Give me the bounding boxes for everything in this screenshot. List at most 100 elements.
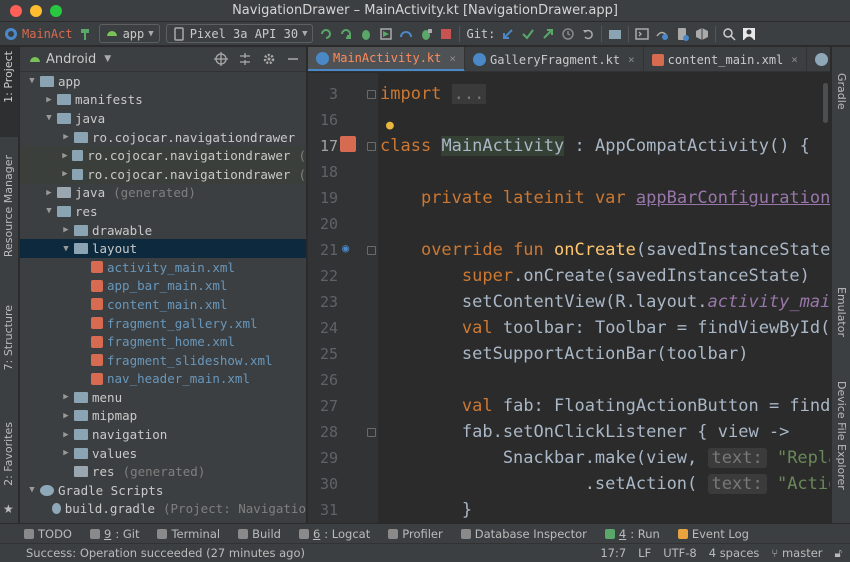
run-config-select[interactable]: app ▼ — [98, 24, 160, 43]
tree-item[interactable]: ▶ java (generated) — [20, 184, 306, 203]
tree-item[interactable]: ▶ manifests — [20, 91, 306, 110]
tree-item[interactable]: build.gradle (Project: Navigatio — [20, 500, 306, 519]
apply-changes-icon[interactable] — [319, 27, 333, 41]
tree-item[interactable]: ▶ ro.cojocar.navigationdrawer ( — [20, 146, 306, 165]
status-message[interactable]: Success: Operation succeeded (27 minutes… — [26, 546, 305, 560]
editor-tab[interactable]: content_main.xml × — [644, 47, 807, 71]
chevron-down-icon[interactable]: ▼ — [26, 485, 38, 495]
project-structure-icon[interactable] — [608, 27, 622, 41]
bottom-tool-button[interactable]: 6: Logcat — [298, 527, 370, 541]
git-commit-icon[interactable] — [521, 27, 535, 41]
tree-item[interactable]: res (generated) — [20, 462, 306, 481]
sdk-manager-icon[interactable] — [695, 27, 709, 41]
rollback-icon[interactable] — [581, 27, 595, 41]
code-line[interactable]: 18 — [308, 159, 830, 185]
code-line[interactable]: 28 fab.setOnClickListener { view -> — [308, 419, 830, 445]
collapse-all-icon[interactable] — [238, 52, 252, 66]
code-line[interactable]: 19 private lateinit var appBarConfigurat… — [308, 185, 830, 211]
favorites-tab[interactable]: 2: Favorites — [2, 422, 15, 486]
bottom-tool-button[interactable]: Profiler — [388, 527, 443, 541]
project-view-mode[interactable]: Android — [46, 52, 96, 67]
chevron-right-icon[interactable]: ▶ — [60, 430, 72, 440]
tree-item[interactable]: ▶ menu — [20, 388, 306, 407]
bottom-tool-button[interactable]: Database Inspector — [460, 527, 587, 541]
code-line[interactable]: 3 import ... — [308, 81, 830, 107]
structure-tab[interactable]: 7: Structure — [2, 305, 15, 370]
tree-item[interactable]: ▼ java — [20, 109, 306, 128]
chevron-right-icon[interactable]: ▶ — [60, 151, 70, 161]
device-file-explorer-tab[interactable]: Device File Explorer — [835, 381, 848, 490]
chevron-right-icon[interactable]: ▶ — [60, 411, 72, 421]
tree-item[interactable]: ▶ ro.cojocar.navigationdrawer — [20, 128, 306, 147]
git-history-icon[interactable] — [561, 27, 575, 41]
tree-item[interactable]: ▶ values — [20, 444, 306, 463]
editor-tab[interactable]: bu — [807, 47, 830, 71]
fold-marker[interactable] — [367, 427, 376, 437]
avd-manager-icon[interactable] — [675, 27, 690, 41]
bottom-tool-button[interactable]: 4: Run — [604, 527, 660, 541]
bottom-tool-button[interactable]: Event Log — [677, 527, 749, 541]
chevron-right-icon[interactable]: ▶ — [60, 132, 72, 142]
profile-icon[interactable] — [399, 27, 413, 41]
apply-code-changes-icon[interactable] — [339, 27, 353, 41]
gradle-tab[interactable]: Gradle — [835, 73, 848, 110]
device-manager-icon[interactable] — [635, 27, 650, 41]
fold-marker[interactable] — [367, 141, 376, 151]
code-line[interactable]: 17 class MainActivity : AppCompatActivity… — [308, 133, 830, 159]
chevron-down-icon[interactable]: ▼ — [104, 54, 111, 64]
code-line[interactable]: 30 .setAction( text: "Action — [308, 471, 830, 497]
sync-gradle-icon[interactable] — [655, 27, 669, 41]
coverage-icon[interactable] — [379, 27, 393, 41]
code-line[interactable]: 27 val fab: FloatingActionButton = find — [308, 393, 830, 419]
tree-item[interactable]: ▼ app — [20, 72, 306, 91]
resource-manager-tab[interactable]: Resource Manager — [2, 155, 15, 257]
code-line[interactable]: 29 Snackbar.make(view, text: "Repla — [308, 445, 830, 471]
tree-item[interactable]: fragment_gallery.xml — [20, 314, 306, 333]
tree-item[interactable]: content_main.xml — [20, 295, 306, 314]
tree-item[interactable]: app_bar_main.xml — [20, 277, 306, 296]
tree-item[interactable]: ▶ navigation — [20, 425, 306, 444]
emulator-tab[interactable]: Emulator — [835, 287, 848, 337]
tree-item[interactable]: ▶ ro.cojocar.navigationdrawer ( — [20, 164, 306, 184]
fold-marker[interactable] — [367, 89, 376, 99]
tree-item[interactable]: ▼ Gradle Scripts — [20, 481, 306, 500]
close-tab-icon[interactable]: × — [449, 52, 456, 65]
caret-position[interactable]: 17:7 — [600, 546, 626, 561]
tree-item[interactable]: fragment_slideshow.xml — [20, 351, 306, 370]
git-branch[interactable]: ⑂ master — [771, 546, 822, 561]
account-icon[interactable] — [742, 27, 756, 41]
lock-icon[interactable]: 🔓︎ — [835, 546, 842, 561]
code-line[interactable]: 23 setContentView(R.layout.activity_mai — [308, 289, 830, 315]
zoom-window-button[interactable] — [50, 5, 62, 17]
chevron-right-icon[interactable]: ▶ — [43, 95, 55, 105]
minimize-panel-icon[interactable] — [286, 52, 300, 66]
chevron-down-icon[interactable]: ▼ — [43, 113, 55, 123]
chevron-right-icon[interactable]: ▶ — [60, 225, 72, 235]
project-breadcrumb[interactable]: MainAct — [4, 27, 73, 41]
chevron-down-icon[interactable]: ▼ — [26, 76, 38, 86]
line-separator[interactable]: LF — [638, 546, 651, 561]
tree-item[interactable]: activity_main.xml — [20, 258, 306, 277]
bottom-tool-button[interactable]: Terminal — [157, 527, 220, 541]
chevron-down-icon[interactable]: ▼ — [60, 244, 72, 254]
git-push-icon[interactable] — [541, 27, 555, 41]
locate-icon[interactable] — [214, 52, 228, 66]
search-icon[interactable] — [722, 27, 736, 41]
editor-tab[interactable]: GalleryFragment.kt × — [465, 47, 644, 71]
chevron-right-icon[interactable]: ▶ — [60, 169, 70, 179]
bottom-tool-button[interactable]: TODO — [24, 527, 72, 541]
close-tab-icon[interactable]: × — [628, 53, 635, 66]
tree-item[interactable]: ▶ drawable — [20, 221, 306, 240]
hammer-icon[interactable] — [79, 27, 93, 41]
project-tool-tab[interactable]: 1: Project — [2, 51, 15, 103]
tree-item[interactable]: ▼ res — [20, 202, 306, 221]
code-line[interactable]: 20 — [308, 211, 830, 237]
code-line[interactable]: 25 setSupportActionBar(toolbar) — [308, 341, 830, 367]
git-update-icon[interactable] — [501, 27, 515, 41]
stop-icon[interactable] — [439, 27, 453, 41]
code-line[interactable]: 22 super.onCreate(savedInstanceState) — [308, 263, 830, 289]
close-tab-icon[interactable]: × — [791, 53, 798, 66]
code-line[interactable]: 16 — [308, 107, 830, 133]
bottom-tool-button[interactable]: Build — [238, 527, 281, 541]
chevron-right-icon[interactable]: ▶ — [43, 188, 55, 198]
